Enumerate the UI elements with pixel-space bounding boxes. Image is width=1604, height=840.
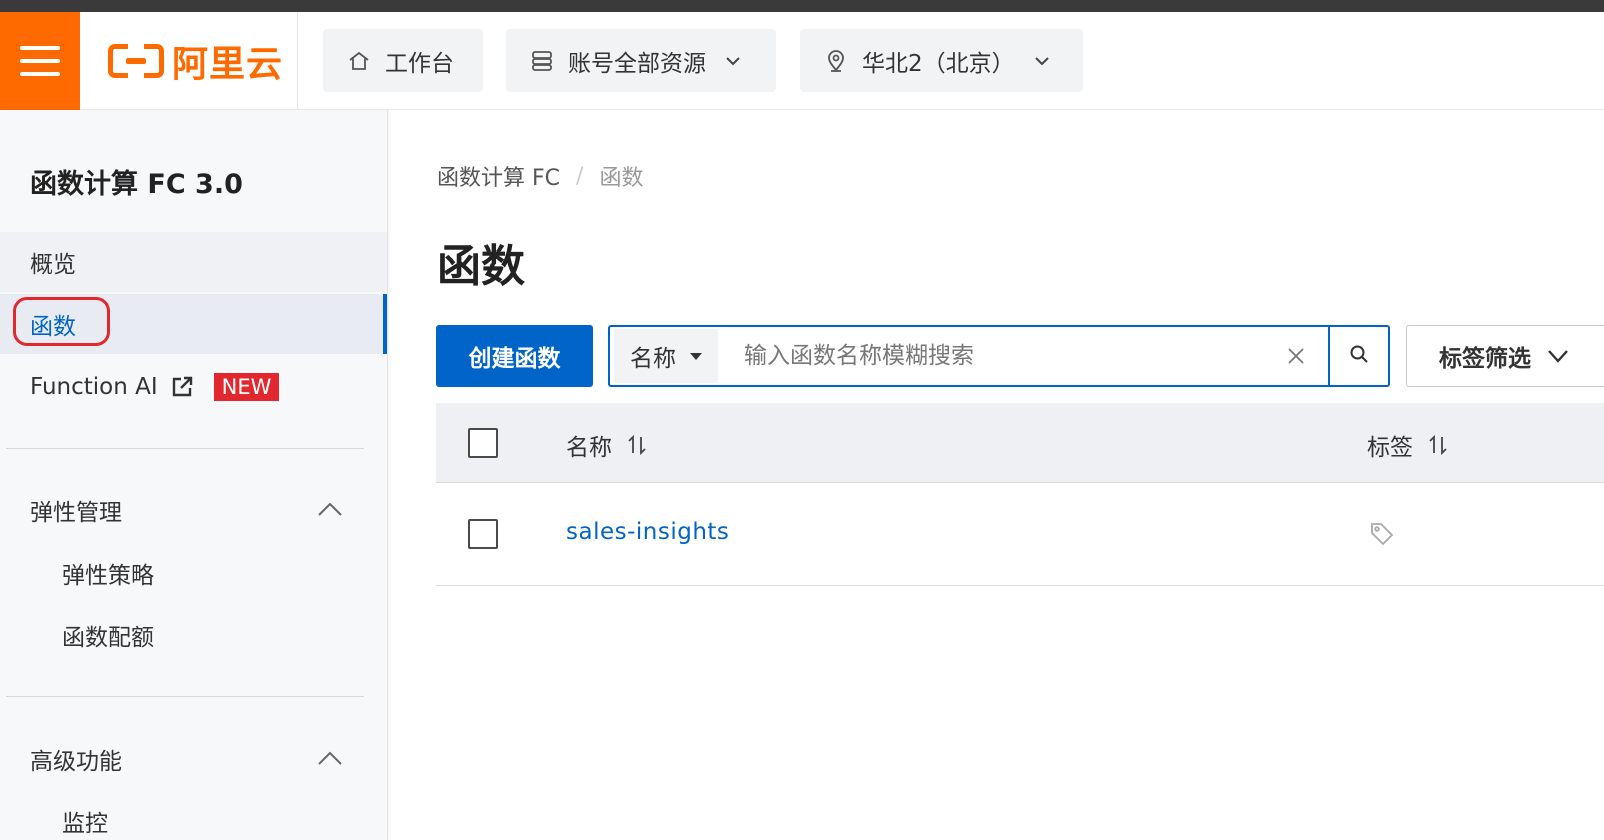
sidebar-item-function-ai[interactable]: Function AI NEW bbox=[0, 357, 387, 417]
sidebar-item-label: Function AI bbox=[30, 374, 158, 400]
breadcrumb-link-fc[interactable]: 函数计算 FC bbox=[437, 160, 560, 192]
menu-icon[interactable] bbox=[0, 12, 80, 110]
sidebar-item-overview[interactable]: 概览 bbox=[0, 232, 387, 292]
breadcrumb-separator: / bbox=[576, 163, 584, 189]
search-button[interactable] bbox=[1328, 327, 1388, 385]
table-row: sales-insights bbox=[436, 483, 1604, 586]
chevron-down-icon bbox=[1033, 52, 1051, 70]
sidebar-item-elastic-policy[interactable]: 弹性策略 bbox=[0, 543, 387, 603]
sidebar-group-elastic[interactable]: 弹性管理 bbox=[0, 480, 387, 540]
tag-icon[interactable] bbox=[1369, 521, 1395, 551]
column-header-tags[interactable]: 标签 bbox=[1367, 428, 1449, 462]
region-label: 华北2（北京） bbox=[862, 50, 1015, 77]
chevron-down-icon bbox=[724, 52, 742, 70]
sidebar-divider bbox=[6, 448, 364, 449]
search-input[interactable] bbox=[718, 329, 1274, 383]
sidebar-item-function-quota[interactable]: 函数配额 bbox=[0, 605, 387, 665]
aliyun-logo-icon bbox=[108, 44, 164, 78]
home-icon bbox=[347, 49, 371, 73]
location-pin-icon bbox=[824, 49, 848, 73]
function-name-link[interactable]: sales-insights bbox=[566, 519, 729, 545]
search-field-label: 名称 bbox=[630, 346, 676, 372]
new-badge: NEW bbox=[213, 373, 280, 401]
window-top-strip bbox=[0, 0, 1604, 12]
search-bar: 名称 bbox=[608, 325, 1390, 387]
resources-dropdown[interactable]: 账号全部资源 bbox=[506, 29, 776, 92]
top-header: 阿里云 工作台 账号全部资源 华北2（北京） bbox=[0, 12, 1604, 110]
chevron-down-icon bbox=[1547, 348, 1569, 364]
chevron-up-icon bbox=[317, 497, 343, 523]
sort-icon[interactable] bbox=[1427, 434, 1449, 456]
sidebar-divider bbox=[6, 696, 364, 697]
tag-filter-label: 标签筛选 bbox=[1439, 346, 1531, 372]
close-icon[interactable] bbox=[1274, 347, 1318, 365]
brand-logo[interactable]: 阿里云 bbox=[80, 12, 298, 110]
table-header: 名称 标签 bbox=[436, 403, 1604, 483]
sidebar-group-label: 高级功能 bbox=[30, 749, 122, 775]
breadcrumb-current: 函数 bbox=[599, 166, 644, 191]
row-checkbox[interactable] bbox=[468, 519, 498, 549]
search-icon bbox=[1349, 344, 1369, 368]
sidebar-item-label: 概览 bbox=[30, 252, 76, 278]
resources-label: 账号全部资源 bbox=[568, 50, 706, 77]
workbench-label: 工作台 bbox=[385, 50, 454, 77]
sidebar-item-label: 弹性策略 bbox=[62, 563, 154, 589]
search-field-select[interactable]: 名称 bbox=[614, 329, 718, 383]
chevron-up-icon bbox=[317, 746, 343, 772]
column-header-name[interactable]: 名称 bbox=[566, 428, 648, 462]
column-header-label: 标签 bbox=[1367, 435, 1413, 461]
page-title: 函数 bbox=[437, 241, 525, 292]
tag-filter-dropdown[interactable]: 标签筛选 bbox=[1406, 325, 1604, 387]
workbench-button[interactable]: 工作台 bbox=[323, 29, 483, 92]
create-function-button[interactable]: 创建函数 bbox=[436, 325, 593, 387]
main-content: 函数计算 FC / 函数 函数 创建函数 名称 标签筛选 名称 bbox=[388, 110, 1604, 840]
region-dropdown[interactable]: 华北2（北京） bbox=[800, 29, 1083, 92]
column-header-label: 名称 bbox=[566, 435, 612, 461]
brand-text: 阿里云 bbox=[172, 44, 284, 85]
server-icon bbox=[530, 49, 554, 73]
sidebar-item-monitoring[interactable]: 监控 bbox=[0, 791, 387, 840]
external-link-icon bbox=[170, 375, 194, 399]
sidebar-group-advanced[interactable]: 高级功能 bbox=[0, 729, 387, 789]
sidebar-title: 函数计算 FC 3.0 bbox=[30, 169, 243, 200]
sort-icon[interactable] bbox=[626, 434, 648, 456]
sidebar-item-label: 监控 bbox=[62, 811, 108, 837]
sidebar-item-label: 函数配额 bbox=[62, 625, 154, 651]
select-all-checkbox[interactable] bbox=[468, 428, 498, 458]
sidebar-group-label: 弹性管理 bbox=[30, 500, 122, 526]
highlight-annotation bbox=[13, 297, 110, 346]
caret-down-icon bbox=[690, 352, 702, 360]
sidebar: 函数计算 FC 3.0 概览 函数 Function AI NEW 弹性管理 弹… bbox=[0, 110, 388, 840]
breadcrumb: 函数计算 FC / 函数 bbox=[437, 160, 643, 192]
